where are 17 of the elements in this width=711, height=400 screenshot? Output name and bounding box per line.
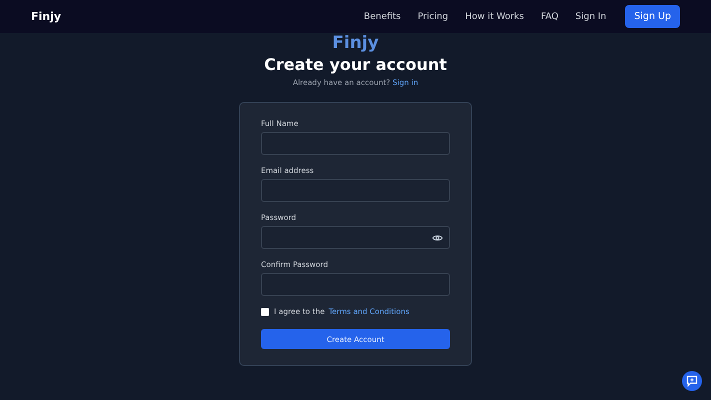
chat-button[interactable] [682,371,702,391]
input-field[interactable] [261,226,450,249]
terms-checkbox[interactable] [261,308,269,316]
nav-link[interactable]: Sign In [575,12,606,22]
nav-link[interactable]: FAQ [540,12,558,22]
nav-link[interactable]: Benefits [364,12,401,22]
input-field[interactable] [261,179,450,202]
sign-up-button[interactable]: Sign Up [625,5,680,28]
page-title: Create your account [264,55,447,74]
logo-text: Finjy [332,34,379,53]
nav-link[interactable]: Pricing [418,12,448,22]
nav-link[interactable]: How it Works [465,12,524,22]
eye-icon[interactable] [432,234,443,242]
input-field[interactable] [261,132,450,155]
input-field[interactable] [261,273,450,296]
brand-name[interactable]: Finjy [31,10,62,23]
chat-icon [686,375,698,387]
